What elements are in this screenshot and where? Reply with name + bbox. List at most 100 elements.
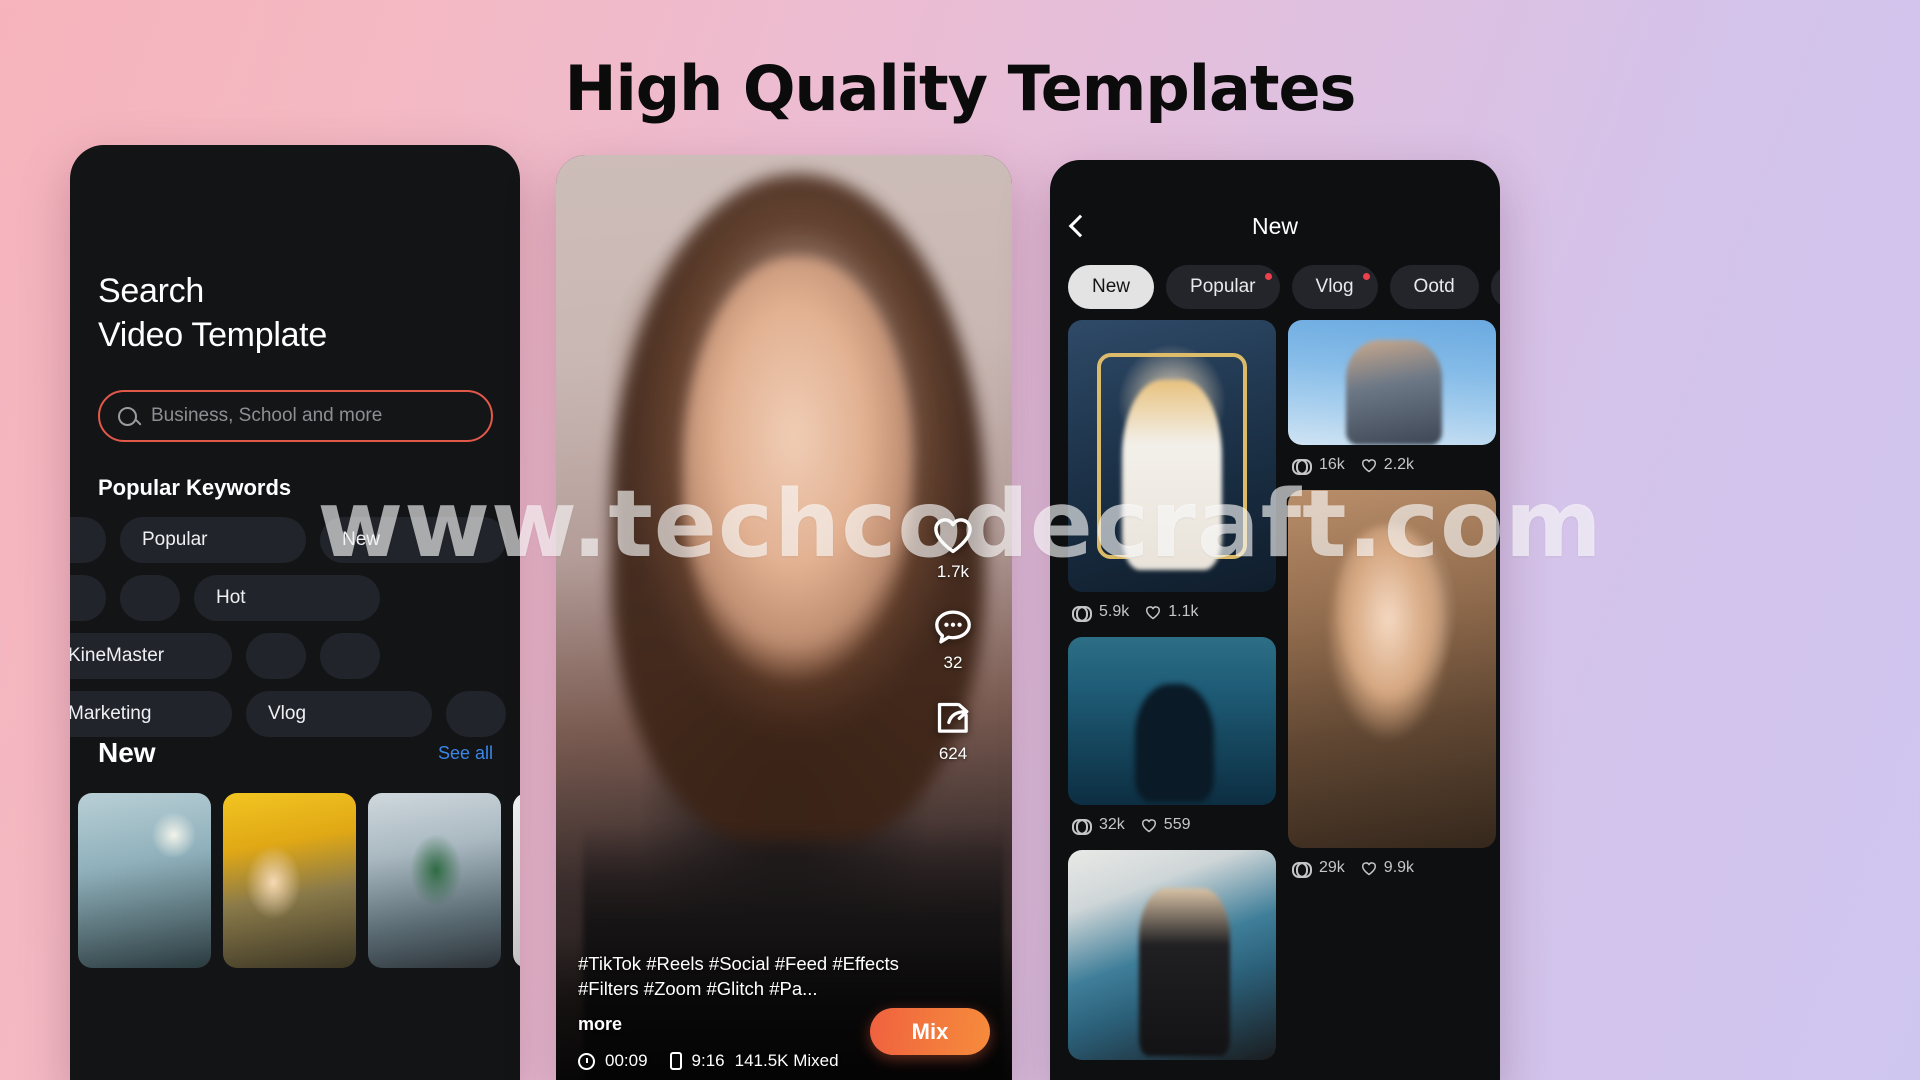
template-stats: 16k 2.2k (1288, 453, 1496, 482)
keyword-chip-partial[interactable] (446, 691, 506, 737)
popular-keywords-title: Popular Keywords (98, 475, 292, 500)
keyword-chip[interactable]: New (320, 517, 506, 563)
new-section-header: New See all (98, 737, 493, 769)
like-count: 1.7k (936, 562, 970, 581)
template-thumbnail[interactable] (513, 793, 520, 968)
search-icon (118, 406, 137, 426)
badge-dot-icon (1264, 273, 1272, 280)
top-bar: New (1050, 206, 1500, 246)
template-subject (1134, 684, 1214, 802)
uses-count: 32k (1099, 816, 1125, 833)
link-icon (1072, 819, 1092, 835)
search-placeholder: Business, School and more (151, 405, 383, 426)
likes-stat: 2.2k (1361, 456, 1414, 474)
link-icon (1072, 606, 1092, 622)
keyword-chip-partial[interactable] (320, 633, 380, 679)
tab-label: New (1092, 276, 1131, 297)
template-subject (1329, 525, 1447, 748)
tab-label: Ootd (1413, 276, 1455, 297)
link-icon (1292, 862, 1312, 878)
heart-icon (1361, 458, 1377, 473)
template-subject (1138, 887, 1231, 1056)
new-template-thumbnails (78, 793, 520, 968)
template-card[interactable] (1288, 320, 1496, 445)
likes-stat: 9.9k (1361, 859, 1414, 877)
video-subject-face (683, 257, 912, 686)
like-action[interactable]: 1.7k (931, 515, 975, 582)
heart-icon (1361, 861, 1377, 876)
mix-button[interactable]: Mix (870, 1008, 990, 1055)
video-ratio: 9:16 (691, 1051, 725, 1070)
keyword-chip[interactable]: Vlog (246, 691, 432, 737)
template-thumbnail[interactable] (78, 793, 211, 968)
phone-video-preview: 1.7k 32 624 #TikTok #Reels #Social #Feed… (556, 155, 1012, 1080)
template-stats: 5.9k 1.1k (1068, 600, 1276, 629)
tab-vlog[interactable]: Vlog (1291, 265, 1378, 309)
likes-count: 2.2k (1383, 456, 1415, 473)
uses-stat: 29k (1292, 859, 1345, 878)
uses-stat: 16k (1292, 456, 1345, 475)
search-heading: Search Video Template (98, 270, 327, 357)
template-card[interactable] (1068, 850, 1276, 1060)
template-subject (1346, 340, 1442, 445)
keyword-chip[interactable]: Hot (194, 575, 380, 621)
video-plays: 141.5K Mixed (734, 1051, 839, 1070)
likes-stat: 1.1k (1145, 603, 1199, 621)
phone-new-templates: New New Popular Vlog Ootd Label (1050, 160, 1500, 1080)
keyword-chip-partial[interactable] (120, 575, 180, 621)
tab-label[interactable]: Label (1490, 265, 1500, 309)
template-card[interactable] (1068, 637, 1276, 805)
uses-count: 5.9k (1099, 603, 1130, 620)
tab-ootd[interactable]: Ootd (1389, 265, 1479, 309)
keyword-chip-partial[interactable] (70, 575, 106, 621)
heart-icon (1145, 605, 1161, 620)
see-all-link[interactable]: See all (438, 743, 493, 764)
comment-action[interactable]: 32 (932, 608, 974, 673)
likes-count: 1.1k (1168, 603, 1199, 620)
template-thumbnail[interactable] (368, 793, 501, 968)
search-heading-line1: Search (98, 272, 204, 310)
aspect-ratio-icon (669, 1052, 682, 1070)
likes-count: 559 (1163, 816, 1191, 833)
video-duration: 00:09 (605, 1051, 648, 1070)
action-rail: 1.7k 32 624 (916, 515, 990, 764)
tab-new[interactable]: New (1068, 265, 1155, 309)
template-subject (1122, 379, 1222, 571)
tab-label: Vlog (1315, 276, 1354, 297)
share-count: 624 (938, 744, 968, 763)
keyword-chip[interactable]: Marketing (70, 691, 232, 737)
template-thumbnail[interactable] (223, 793, 356, 968)
template-stats: 29k 9.9k (1288, 856, 1496, 885)
template-card[interactable] (1068, 320, 1276, 592)
new-section-title: New (98, 737, 156, 768)
uses-stat: 32k (1072, 816, 1125, 835)
heart-icon (934, 518, 972, 554)
share-action[interactable]: 624 (932, 699, 974, 764)
template-grid: 5.9k 1.1k 32k 559 16k 2.2k 29k 9.9k (1068, 320, 1496, 1060)
template-card[interactable] (1288, 490, 1496, 848)
likes-stat: 559 (1141, 816, 1191, 834)
badge-dot-icon (1362, 273, 1370, 280)
tab-popular[interactable]: Popular (1166, 265, 1280, 309)
phone-search-screen: Search Video Template Business, School a… (70, 145, 520, 1080)
search-heading-line2: Video Template (98, 315, 327, 354)
grid-column-right: 16k 2.2k 29k 9.9k (1288, 320, 1496, 1060)
keyword-chip-partial[interactable] (246, 633, 306, 679)
keyword-chip-list: Popular New Hot KineMaster Marketing Vlo… (70, 517, 520, 737)
comment-icon (935, 610, 971, 644)
likes-count: 9.9k (1383, 859, 1415, 876)
share-icon (937, 702, 969, 733)
grid-column-left: 5.9k 1.1k 32k 559 (1068, 320, 1276, 1060)
keyword-chip[interactable]: KineMaster (70, 633, 232, 679)
search-input[interactable]: Business, School and more (98, 390, 493, 442)
keyword-chip-partial[interactable] (70, 517, 106, 563)
comment-count: 32 (943, 653, 963, 672)
keyword-chip[interactable]: Popular (120, 517, 306, 563)
clock-icon (578, 1052, 595, 1070)
tab-label: Popular (1190, 276, 1256, 297)
hashtag-text: #TikTok #Reels #Social #Feed #Effects #F… (578, 953, 899, 999)
page-title: High Quality Templates (564, 52, 1357, 125)
template-stats: 32k 559 (1068, 813, 1276, 842)
uses-stat: 5.9k (1072, 603, 1130, 622)
uses-count: 16k (1319, 456, 1345, 473)
